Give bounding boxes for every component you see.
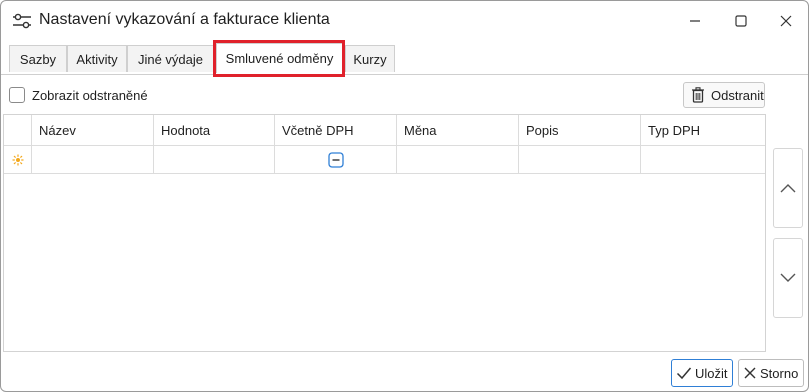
delete-button[interactable]: Odstranit [683,82,765,108]
new-row-popis-cell[interactable] [519,146,641,173]
show-deleted-checkbox[interactable] [9,87,25,103]
tab-sazby[interactable]: Sazby [9,45,67,72]
trash-icon [692,87,704,103]
close-button[interactable] [773,9,799,33]
column-header-nazev[interactable]: Název [32,115,154,145]
tab-jine-vydaje[interactable]: Jiné výdaje [127,45,214,72]
grid-header-indicator [4,115,32,145]
save-button-label: Uložit [695,365,728,381]
show-deleted-label: Zobrazit odstraněné [32,87,148,103]
cancel-button-label: Storno [760,365,799,381]
maximize-icon [735,15,747,27]
move-up-button[interactable] [773,148,803,228]
cancel-button[interactable]: Storno [738,359,804,387]
close-icon [780,15,792,27]
data-grid: Název Hodnota Včetně DPH Měna Popis Typ … [3,114,766,352]
column-header-hodnota[interactable]: Hodnota [154,115,275,145]
maximize-button[interactable] [728,9,754,33]
column-header-typ-dph[interactable]: Typ DPH [641,115,765,145]
chevron-down-icon [780,273,796,282]
tab-aktivity[interactable]: Aktivity [67,45,127,72]
column-header-vcetne-dph[interactable]: Včetně DPH [275,115,397,145]
show-deleted-row: Zobrazit odstraněné [9,85,148,105]
save-button[interactable]: Uložit [671,359,733,387]
tab-strip-border [1,74,808,75]
tab-kurzy[interactable]: Kurzy [345,45,395,72]
dialog-window: Nastavení vykazování a fakturace klienta… [0,0,809,392]
tab-smluvene-odmeny[interactable]: Smluvené odměny [216,43,343,73]
delete-button-label: Odstranit [711,87,764,103]
settings-sliders-icon [13,13,31,29]
cancel-x-icon [744,367,756,379]
column-header-popis[interactable]: Popis [519,115,641,145]
minimize-button[interactable] [682,9,708,33]
new-row-vcetne-dph-cell[interactable] [275,146,397,173]
vat-included-checkbox[interactable] [327,151,344,168]
minimize-icon [690,20,700,22]
title-bar: Nastavení vykazování a fakturace klienta [1,1,808,41]
new-row-typ-dph-cell[interactable] [641,146,765,173]
asterisk-new-row-icon [12,154,23,165]
new-row-nazev-cell[interactable] [32,146,154,173]
chevron-up-icon [780,184,796,193]
column-header-mena[interactable]: Měna [397,115,519,145]
new-row [4,146,765,174]
window-title: Nastavení vykazování a fakturace klienta [39,11,330,28]
checkmark-icon [676,367,692,380]
new-row-indicator [4,146,32,173]
new-row-hodnota-cell[interactable] [154,146,275,173]
move-down-button[interactable] [773,238,803,318]
new-row-mena-cell[interactable] [397,146,519,173]
grid-header-row: Název Hodnota Včetně DPH Měna Popis Typ … [4,115,765,146]
